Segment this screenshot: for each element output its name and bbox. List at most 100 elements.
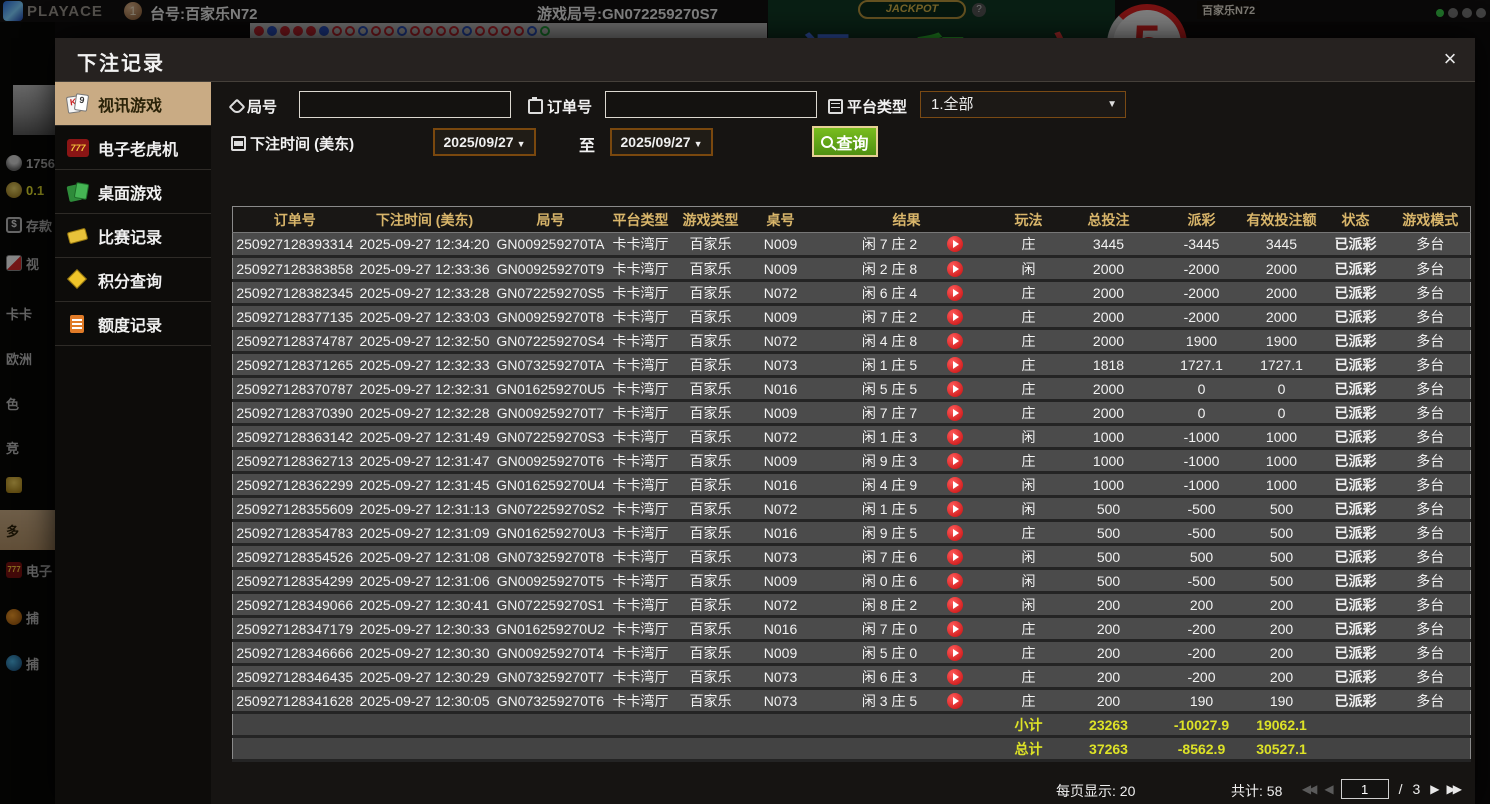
replay-video-icon[interactable]	[947, 621, 963, 637]
cell: 已派彩	[1321, 593, 1391, 617]
cell: 已派彩	[1321, 641, 1391, 665]
subtotal-row: 小计23263-10027.919062.1	[233, 713, 1471, 737]
date-to-picker[interactable]: 2025/09/27	[610, 128, 713, 156]
sidebar-item-4[interactable]: 积分查询	[55, 258, 211, 302]
cell: 多台	[1391, 257, 1471, 281]
cell: 卡卡湾厅	[609, 425, 673, 449]
cell: 500	[1243, 569, 1321, 593]
result-text: 闲 1 庄 3	[862, 427, 917, 447]
page-number-input[interactable]	[1341, 779, 1389, 799]
replay-video-icon[interactable]	[947, 381, 963, 397]
cell: 200	[1057, 593, 1161, 617]
bet-records-modal: 下注记录 × K9视讯游戏777电子老虎机桌面游戏比赛记录积分查询额度记录 局号…	[55, 38, 1475, 804]
cell: 卡卡湾厅	[609, 569, 673, 593]
cell: N073	[749, 545, 813, 569]
sidebar-item-3[interactable]: 比赛记录	[55, 214, 211, 258]
replay-video-icon[interactable]	[947, 597, 963, 613]
table-row: 2509271283747872025-09-27 12:32:50GN0722…	[233, 329, 1471, 353]
sidebar-item-5[interactable]: 额度记录	[55, 302, 211, 346]
cell: 卡卡湾厅	[609, 281, 673, 305]
cell: 卡卡湾厅	[609, 233, 673, 257]
cell: 2025-09-27 12:31:49	[357, 425, 493, 449]
sidebar-item-label: 桌面游戏	[98, 180, 162, 204]
cell: GN016259270U4	[493, 473, 609, 497]
total-cell	[1321, 737, 1391, 761]
cell: 1000	[1243, 473, 1321, 497]
search-button[interactable]: 查询	[812, 126, 878, 157]
replay-video-icon[interactable]	[947, 645, 963, 661]
sidebar-item-1[interactable]: 777电子老虎机	[55, 126, 211, 170]
cell: 2025-09-27 12:33:28	[357, 281, 493, 305]
cell: N073	[749, 353, 813, 377]
replay-video-icon[interactable]	[947, 501, 963, 517]
cell: 200	[1057, 641, 1161, 665]
replay-video-icon[interactable]	[947, 693, 963, 709]
cell: 190	[1161, 689, 1243, 713]
cell: 卡卡湾厅	[609, 641, 673, 665]
cell: 2025-09-27 12:31:47	[357, 449, 493, 473]
cell: 1900	[1243, 329, 1321, 353]
prev-page-icon[interactable]: ◀	[1324, 782, 1330, 796]
platform-select[interactable]: 1.全部	[920, 91, 1126, 118]
first-page-icon[interactable]: ◀◀	[1302, 782, 1314, 796]
replay-video-icon[interactable]	[947, 549, 963, 565]
total-cell	[1321, 713, 1391, 737]
close-icon[interactable]: ×	[1437, 46, 1463, 72]
replay-video-icon[interactable]	[947, 357, 963, 373]
total-cell	[1391, 713, 1471, 737]
round-input[interactable]	[299, 91, 511, 118]
cell: 百家乐	[673, 449, 749, 473]
replay-video-icon[interactable]	[947, 669, 963, 685]
cell: 多台	[1391, 449, 1471, 473]
next-page-icon[interactable]: ▶	[1430, 782, 1436, 796]
cell: 卡卡湾厅	[609, 329, 673, 353]
cell: 多台	[1391, 521, 1471, 545]
sidebar-item-2[interactable]: 桌面游戏	[55, 170, 211, 214]
result-cell: 闲 7 庄 6	[813, 545, 1001, 569]
cell: 250927128346435	[233, 665, 357, 689]
column-header: 有效投注额	[1243, 207, 1321, 233]
cell: 卡卡湾厅	[609, 617, 673, 641]
cell: 2025-09-27 12:34:20	[357, 233, 493, 257]
result-text: 闲 5 庄 5	[862, 379, 917, 399]
cell: 多台	[1391, 665, 1471, 689]
column-header: 总投注	[1057, 207, 1161, 233]
replay-video-icon[interactable]	[947, 405, 963, 421]
replay-video-icon[interactable]	[947, 477, 963, 493]
cell: 已派彩	[1321, 545, 1391, 569]
cell: 卡卡湾厅	[609, 497, 673, 521]
cell: 2025-09-27 12:31:09	[357, 521, 493, 545]
column-header: 下注时间 (美东)	[357, 207, 493, 233]
replay-video-icon[interactable]	[947, 525, 963, 541]
cell: 多台	[1391, 401, 1471, 425]
replay-video-icon[interactable]	[947, 309, 963, 325]
replay-video-icon[interactable]	[947, 429, 963, 445]
replay-video-icon[interactable]	[947, 453, 963, 469]
cell: -3445	[1161, 233, 1243, 257]
order-input[interactable]	[605, 91, 817, 118]
result-text: 闲 5 庄 0	[862, 643, 917, 663]
replay-video-icon[interactable]	[947, 333, 963, 349]
replay-video-icon[interactable]	[947, 573, 963, 589]
cell: 0	[1161, 377, 1243, 401]
cell: 500	[1057, 521, 1161, 545]
modal-content: 局号 订单号 平台类型 1.全部 下注时间 (美东) 2025/09/27 至 …	[211, 82, 1475, 804]
cell: 250927128346666	[233, 641, 357, 665]
replay-video-icon[interactable]	[947, 285, 963, 301]
sidebar-item-0[interactable]: K9视讯游戏	[55, 82, 211, 126]
result-cell: 闲 0 庄 6	[813, 569, 1001, 593]
cell: 2025-09-27 12:30:33	[357, 617, 493, 641]
date-from-picker[interactable]: 2025/09/27	[433, 128, 536, 156]
cell: N072	[749, 425, 813, 449]
replay-video-icon[interactable]	[947, 261, 963, 277]
table-footer: 每页显示: 20 共计: 58 ◀◀ ◀ / 3 ▶ ▶▶	[211, 779, 1475, 801]
total-count-label: 共计: 58	[1231, 781, 1282, 801]
cell: 250927128362299	[233, 473, 357, 497]
replay-video-icon[interactable]	[947, 236, 963, 252]
last-page-icon[interactable]: ▶▶	[1447, 782, 1459, 796]
cell: 250927128370787	[233, 377, 357, 401]
cell: N009	[749, 305, 813, 329]
cell: 200	[1057, 689, 1161, 713]
clipboard-icon	[528, 99, 543, 114]
cell: 2025-09-27 12:31:06	[357, 569, 493, 593]
